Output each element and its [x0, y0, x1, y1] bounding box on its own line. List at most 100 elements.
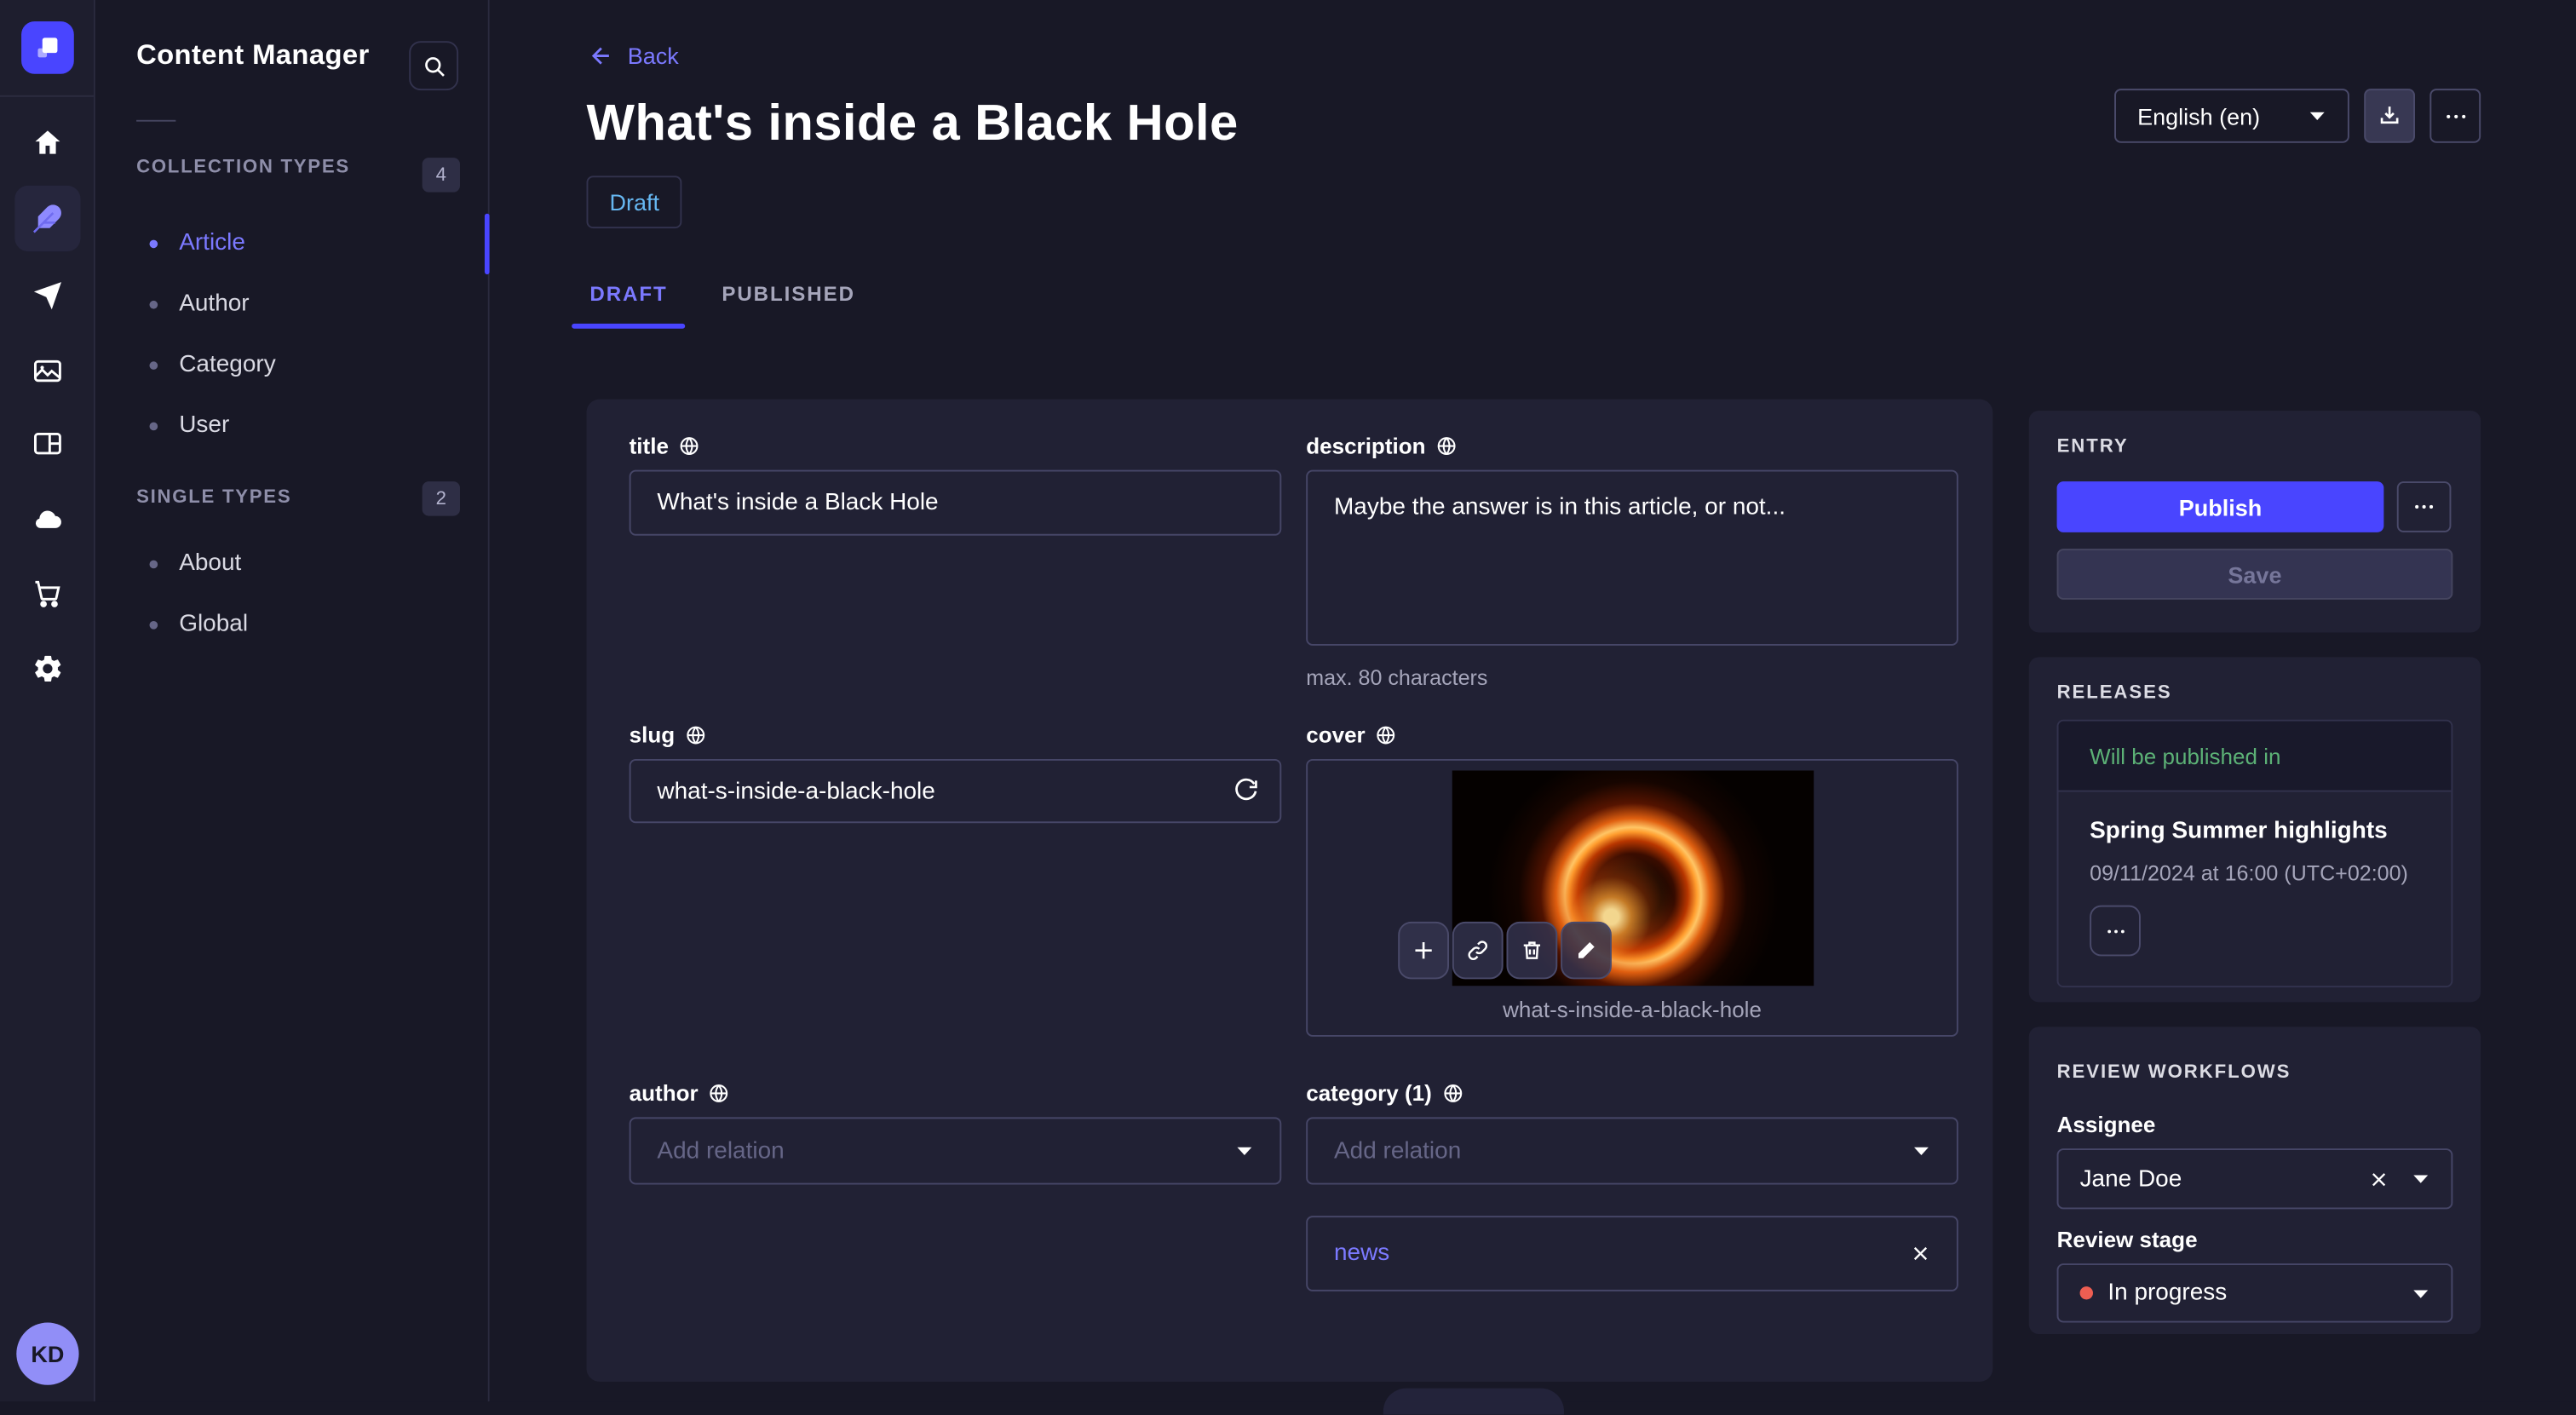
sidebar-item-label: Global — [179, 611, 249, 638]
cloud-icon[interactable] — [0, 486, 95, 552]
sidebar-item-article[interactable]: Article — [95, 214, 490, 273]
save-button[interactable]: Save — [2056, 549, 2453, 600]
regenerate-icon[interactable] — [1232, 775, 1260, 803]
publish-button[interactable]: Publish — [2056, 481, 2384, 532]
assignee-value: Jane Doe — [2079, 1165, 2182, 1193]
plus-icon — [1415, 942, 1432, 959]
releases-panel-title: RELEASES — [2056, 683, 2172, 704]
release-card: Will be published in Spring Summer highl… — [2056, 719, 2453, 988]
slug-wrap — [629, 758, 1282, 824]
media-images-icon[interactable] — [0, 336, 95, 402]
release-status: Will be published in — [2058, 721, 2452, 792]
field-label-text: title — [629, 434, 669, 459]
locale-select[interactable]: English (en) — [2114, 89, 2349, 143]
collection-types-label: COLLECTION TYPES — [136, 158, 350, 178]
remove-relation-button[interactable] — [1911, 1244, 1930, 1263]
field-label-text: author — [629, 1080, 699, 1106]
paper-plane-icon[interactable] — [0, 263, 95, 329]
sidebar-item-category[interactable]: Category — [95, 335, 490, 394]
ellipsis-icon — [2446, 113, 2465, 118]
home-icon[interactable] — [0, 110, 95, 175]
bullet-icon — [149, 421, 158, 430]
field-description-label: description — [1306, 434, 1958, 458]
chevron-down-icon — [1914, 1147, 1929, 1156]
assignee-label: Assignee — [2056, 1112, 2156, 1137]
bullet-icon — [149, 620, 158, 629]
review-stage-select[interactable]: In progress — [2056, 1263, 2453, 1323]
assignee-select-tools — [2369, 1169, 2429, 1188]
chevron-down-icon — [2413, 1289, 2429, 1297]
download-icon — [2380, 106, 2399, 124]
stage-status-dot — [2079, 1286, 2093, 1300]
description-textarea[interactable]: Maybe the answer is in this article, or … — [1306, 469, 1958, 646]
status-badge: Draft — [586, 175, 683, 229]
header-controls: English (en) — [2114, 89, 2481, 143]
entry-more-button[interactable] — [2396, 481, 2452, 532]
globe-icon — [1443, 1084, 1462, 1102]
globe-icon — [686, 726, 704, 745]
tab-published[interactable]: PUBLISHED — [718, 276, 858, 329]
cover-caption: what-s-inside-a-black-hole — [1503, 997, 1762, 1022]
link-icon — [1468, 940, 1488, 960]
sidebar-item-label: Article — [179, 229, 245, 256]
sidebar-item-label: About — [179, 550, 242, 577]
edit-media-button[interactable] — [1561, 921, 1612, 980]
app-viewport: KD Content Manager COLLECTION TYPES 4 Ar… — [0, 0, 2576, 1415]
title-input[interactable] — [629, 469, 1282, 536]
page-title: What's inside a Black Hole — [586, 93, 1239, 152]
version-tabs: DRAFT PUBLISHED — [572, 276, 858, 329]
sidebar-item-about[interactable]: About — [95, 534, 490, 593]
sidebar-item-label: Category — [179, 351, 276, 378]
sidebar-item-label: User — [179, 412, 230, 439]
user-avatar[interactable]: KD — [16, 1322, 79, 1385]
entry-form-card: title description Maybe the answer is in… — [586, 399, 1993, 1415]
cart-icon[interactable] — [0, 561, 95, 626]
category-relation-select[interactable]: Add relation — [1306, 1117, 1958, 1185]
sidebar-item-user[interactable]: User — [95, 396, 490, 455]
single-types-count-badge: 2 — [422, 481, 460, 516]
delete-media-button[interactable] — [1506, 921, 1558, 980]
globe-icon — [1377, 726, 1395, 745]
field-slug: slug — [629, 723, 1282, 824]
relation-link-news[interactable]: news — [1334, 1240, 1389, 1267]
copy-link-button[interactable] — [1452, 921, 1504, 980]
category-relation-item: news — [1306, 1216, 1958, 1291]
field-title-label: title — [630, 434, 1282, 458]
add-media-button[interactable] — [1398, 921, 1449, 980]
field-category: category (1) Add relation — [1306, 1081, 1958, 1185]
entry-panel-title: ENTRY — [2056, 436, 2129, 457]
collapsed-component-pill[interactable] — [1383, 1388, 1564, 1415]
field-author-label: author — [630, 1081, 1282, 1106]
assignee-select[interactable]: Jane Doe — [2056, 1148, 2453, 1210]
feather-icon[interactable] — [0, 185, 95, 252]
slug-input[interactable] — [629, 758, 1282, 824]
sidebar-item-author[interactable]: Author — [95, 274, 490, 333]
layout-icon[interactable] — [0, 411, 95, 476]
back-link[interactable]: Back — [588, 43, 679, 69]
description-hint: max. 80 characters — [1306, 665, 1488, 690]
author-relation-select[interactable]: Add relation — [629, 1117, 1282, 1185]
sidebar-divider — [136, 119, 176, 122]
chevron-down-icon — [1237, 1147, 1252, 1156]
chevron-down-icon — [2413, 1175, 2429, 1183]
bullet-icon — [149, 559, 158, 568]
stage-select-tools — [2412, 1287, 2429, 1299]
field-description: description Maybe the answer is in this … — [1306, 434, 1958, 690]
field-author: author Add relation — [629, 1081, 1282, 1185]
more-options-button[interactable] — [2429, 89, 2481, 143]
review-workflows-panel: REVIEW WORKFLOWS Assignee Jane Doe Revie… — [2028, 1027, 2481, 1334]
locale-value: English (en) — [2137, 102, 2261, 129]
search-icon — [424, 56, 444, 76]
download-button[interactable] — [2364, 89, 2415, 143]
cover-toolbar — [1398, 921, 1612, 980]
content-manager-sidebar: Content Manager COLLECTION TYPES 4 Artic… — [95, 0, 490, 1402]
field-label-text: description — [1306, 434, 1426, 459]
tab-draft[interactable]: DRAFT — [572, 276, 687, 329]
strapi-logo[interactable] — [21, 21, 74, 74]
field-slug-label: slug — [630, 723, 1282, 747]
clear-icon[interactable] — [2369, 1169, 2389, 1188]
search-button[interactable] — [409, 41, 459, 91]
gear-icon[interactable] — [0, 636, 95, 701]
release-more-button[interactable] — [2090, 905, 2141, 957]
sidebar-item-global[interactable]: Global — [95, 595, 490, 653]
